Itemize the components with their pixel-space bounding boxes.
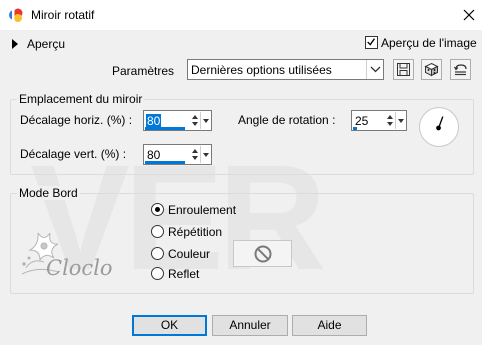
spin-arrows-icon[interactable] [191, 112, 201, 129]
spin-arrows-icon[interactable] [191, 146, 201, 163]
randomize-button[interactable] [421, 59, 442, 80]
presets-value: Dernières options utilisées [191, 63, 332, 77]
edge-color-radio[interactable] [151, 247, 164, 260]
v-offset-slider[interactable] [145, 161, 185, 164]
h-offset-value[interactable]: 80 [146, 114, 162, 128]
v-offset-value[interactable]: 80 [147, 148, 160, 162]
spin-dropdown-icon[interactable] [397, 112, 405, 129]
expand-triangle-icon [12, 39, 18, 49]
spin-dropdown-icon[interactable] [202, 146, 210, 163]
angle-label: Angle de rotation : [238, 113, 336, 127]
image-preview-checkbox[interactable] [365, 36, 378, 49]
edge-wrap-radio[interactable] [151, 203, 164, 216]
angle-dial-icon [436, 116, 444, 131]
save-preset-button[interactable] [393, 59, 414, 80]
chevron-down-icon[interactable] [366, 60, 383, 79]
edge-mode-title: Mode Bord [17, 186, 80, 200]
ok-button[interactable]: OK [132, 315, 207, 336]
reset-icon [453, 64, 467, 76]
help-button[interactable]: Aide [292, 315, 367, 336]
spin-arrows-icon[interactable] [386, 112, 396, 129]
angle-dial[interactable] [419, 107, 459, 147]
title-bar: Miroir rotatif [0, 0, 482, 30]
h-offset-slider[interactable] [145, 127, 185, 130]
randomize-icon [424, 62, 439, 77]
image-preview-label: Aperçu de l'image [381, 36, 477, 50]
h-offset-label: Décalage horiz. (%) : [20, 113, 133, 127]
cancel-button[interactable]: Annuler [212, 315, 288, 336]
h-offset-spinner[interactable]: 80 [143, 110, 212, 131]
edge-wrap-label[interactable]: Enroulement [168, 203, 236, 217]
edge-reflect-radio[interactable] [151, 267, 164, 280]
logo-text: Cloclo [46, 256, 113, 280]
close-icon[interactable] [460, 6, 478, 24]
checkmark-icon [367, 38, 376, 46]
presets-label: Paramètres [112, 64, 175, 78]
edge-reflect-label[interactable]: Reflet [168, 267, 199, 281]
edge-repeat-label[interactable]: Répétition [168, 225, 222, 239]
preview-label: Aperçu [27, 37, 66, 51]
edge-repeat-radio[interactable] [151, 225, 164, 238]
angle-spinner[interactable]: 25 [351, 110, 407, 131]
presets-dropdown[interactable]: Dernières options utilisées [187, 59, 384, 80]
cloclo-logo: Cloclo [21, 231, 113, 280]
angle-slider[interactable] [353, 127, 357, 130]
v-offset-label: Décalage vert. (%) : [20, 147, 127, 161]
mirror-placement-title: Emplacement du miroir [17, 92, 145, 106]
app-icon [9, 8, 23, 22]
spin-dropdown-icon[interactable] [202, 112, 210, 129]
save-preset-icon [397, 63, 410, 76]
v-offset-spinner[interactable]: 80 [143, 144, 212, 165]
angle-value[interactable]: 25 [355, 114, 368, 128]
color-swatch[interactable] [233, 240, 292, 267]
edge-color-label[interactable]: Couleur [168, 247, 210, 261]
no-color-icon [254, 245, 272, 263]
reset-button[interactable] [450, 59, 471, 80]
window-title: Miroir rotatif [31, 8, 95, 22]
